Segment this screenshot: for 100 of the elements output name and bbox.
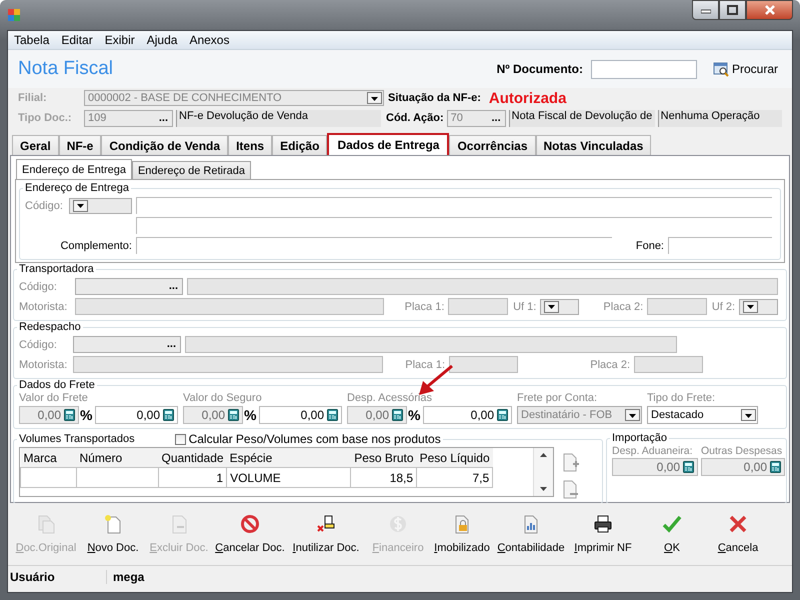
scrollbar[interactable] bbox=[533, 448, 553, 496]
toolbar-button[interactable]: Inutilizar Doc. bbox=[287, 509, 365, 559]
tab[interactable]: Edição bbox=[272, 135, 328, 155]
search-button[interactable]: Procurar bbox=[708, 61, 782, 77]
app-icon bbox=[7, 8, 21, 22]
ellipsis-button[interactable]: ... bbox=[164, 281, 182, 292]
number-field[interactable]: 0,00 bbox=[259, 406, 342, 424]
field-label: Nº Documento: bbox=[496, 62, 583, 76]
caret-icon bbox=[746, 303, 756, 310]
ellipsis-button[interactable]: ... bbox=[154, 112, 172, 124]
field-label: Desp. Aduaneira: bbox=[612, 445, 694, 457]
lookup-value: 70 bbox=[450, 112, 463, 124]
percent-sign: % bbox=[244, 407, 258, 423]
tab[interactable]: Condição de Venda bbox=[101, 135, 228, 155]
number-field[interactable]: 0,00 bbox=[95, 406, 178, 424]
number-field[interactable]: 0,00 bbox=[701, 458, 785, 476]
group-title: Endereço de Entrega bbox=[24, 182, 130, 194]
input-field[interactable] bbox=[647, 298, 708, 315]
lookup-field[interactable]: ... bbox=[73, 336, 181, 353]
menu-item[interactable]: Exibir bbox=[98, 33, 141, 47]
tab[interactable]: Endereço de Entrega bbox=[16, 159, 132, 179]
tab[interactable]: Itens bbox=[228, 135, 272, 155]
input-field[interactable] bbox=[634, 356, 703, 373]
field-label: Código: bbox=[25, 200, 64, 212]
code-dropdown[interactable] bbox=[69, 198, 132, 214]
tab[interactable]: Dados de Entrega bbox=[327, 133, 450, 155]
input-field[interactable] bbox=[449, 356, 518, 373]
prohibited-icon bbox=[240, 514, 260, 534]
input-field[interactable] bbox=[136, 217, 772, 234]
field-label: Motorista: bbox=[19, 358, 68, 370]
column-header[interactable]: Peso Bruto bbox=[350, 448, 417, 468]
freight-type-dropdown[interactable]: Destacado bbox=[647, 406, 758, 424]
tab[interactable]: Geral bbox=[12, 135, 59, 155]
field-label: Valor do Seguro bbox=[183, 392, 263, 404]
field-label: Filial: bbox=[18, 92, 48, 104]
description-field: Nenhuma Operação bbox=[658, 110, 782, 126]
input-field[interactable] bbox=[185, 336, 677, 353]
caret-icon bbox=[547, 303, 556, 310]
menu-item[interactable]: Editar bbox=[55, 33, 99, 47]
maximize-button[interactable] bbox=[719, 0, 746, 20]
tab[interactable]: Endereço de Retirada bbox=[132, 161, 251, 179]
column-header[interactable]: Número bbox=[76, 448, 158, 468]
number-field[interactable]: 0,00 bbox=[612, 458, 698, 476]
toolbar-button[interactable]: Cancelar Doc. bbox=[213, 509, 287, 559]
tab[interactable]: NF-e bbox=[58, 135, 102, 155]
input-field[interactable] bbox=[136, 197, 772, 214]
group-title: Dados do Frete bbox=[18, 379, 96, 391]
menu-item[interactable]: Tabela bbox=[8, 33, 56, 47]
lookup-field[interactable]: ... bbox=[75, 278, 183, 295]
close-button[interactable] bbox=[746, 0, 793, 20]
printer-icon bbox=[593, 514, 613, 534]
field-value: 0,00 bbox=[136, 408, 160, 422]
number-field[interactable]: 0,00 bbox=[19, 406, 79, 424]
number-field[interactable]: 0,00 bbox=[183, 406, 243, 424]
tab[interactable]: Ocorrências bbox=[449, 135, 536, 155]
tab[interactable]: Notas Vinculadas bbox=[536, 135, 652, 155]
minimize-button[interactable] bbox=[692, 0, 719, 20]
checkmark-icon bbox=[662, 514, 682, 534]
lookup-field[interactable]: 109 ... bbox=[84, 110, 173, 126]
document-number-field[interactable] bbox=[590, 60, 697, 78]
field-label: Uf 2: bbox=[711, 300, 736, 312]
toolbar-button[interactable]: Contabilidade bbox=[493, 509, 569, 559]
calculator-icon bbox=[228, 409, 239, 421]
group-title: Importação bbox=[611, 432, 668, 444]
field-label: Placa 1: bbox=[404, 358, 445, 370]
uf-dropdown[interactable] bbox=[540, 298, 580, 314]
ellipsis-button[interactable]: ... bbox=[162, 339, 180, 350]
toolbar-button[interactable]: Cancela bbox=[707, 509, 769, 559]
lookup-field[interactable]: 70 ... bbox=[446, 110, 506, 126]
group-title: Transportadora bbox=[18, 263, 95, 275]
input-field[interactable] bbox=[448, 298, 508, 315]
column-header[interactable]: Quantidade bbox=[158, 448, 227, 468]
menu-item[interactable]: Anexos bbox=[183, 33, 236, 47]
input-field[interactable] bbox=[187, 278, 778, 295]
field-value: 0,00 bbox=[470, 408, 494, 422]
number-field[interactable]: 0,00 bbox=[423, 406, 512, 424]
input-field[interactable] bbox=[74, 298, 384, 315]
menu-item[interactable]: Ajuda bbox=[140, 33, 184, 47]
toolbar-button[interactable]: OK bbox=[637, 509, 707, 559]
ellipsis-button[interactable]: ... bbox=[487, 112, 505, 124]
column-header[interactable]: Peso Líquido bbox=[416, 448, 493, 468]
caret-icon bbox=[76, 202, 85, 209]
field-label: Desp. Acessórias bbox=[347, 392, 433, 404]
field-label: Placa 2: bbox=[602, 300, 644, 312]
checkbox[interactable]: Calcular Peso/Volumes com base nos produtos bbox=[174, 432, 441, 446]
uf-dropdown[interactable] bbox=[739, 298, 778, 314]
field-label: Placa 2: bbox=[589, 358, 630, 370]
column-header[interactable]: Marca bbox=[20, 448, 76, 468]
toolbar-button[interactable]: Novo Doc. bbox=[81, 509, 145, 559]
input-field[interactable] bbox=[73, 356, 383, 373]
page-title: Nota Fiscal bbox=[18, 58, 114, 80]
remove-document-icon bbox=[562, 480, 580, 499]
search-icon bbox=[712, 61, 729, 77]
number-field[interactable]: 0,00 bbox=[347, 406, 407, 424]
toolbar-button[interactable]: Imobilizado bbox=[431, 509, 493, 559]
toolbar-button[interactable]: Imprimir NF bbox=[569, 509, 637, 559]
field-label: Situação da NF-e: bbox=[388, 92, 481, 104]
field-label: Valor do Frete bbox=[19, 392, 89, 404]
column-header[interactable]: Espécie bbox=[226, 448, 351, 468]
table-cell: VOLUME bbox=[226, 468, 351, 488]
